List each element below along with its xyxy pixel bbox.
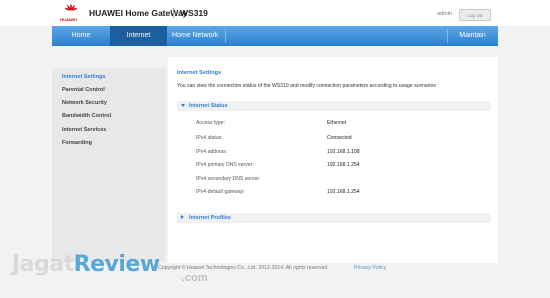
watermark-suffix: .com (182, 272, 208, 284)
sidebar-item-internet-settings[interactable]: Internet Settings (62, 74, 105, 80)
user-name: admin (437, 11, 452, 17)
privacy-policy-link[interactable]: Privacy Policy (354, 265, 386, 271)
sidebar: Internet Settings Parental Control Netwo… (52, 68, 165, 262)
watermark-part1: Jagat (12, 252, 74, 277)
brand-wordmark: HUAWEI (60, 17, 78, 22)
chevron-right-icon (181, 215, 184, 219)
section-label: Internet Profiles (189, 215, 231, 221)
nav-home-network[interactable]: Home Network (167, 26, 252, 46)
main-nav: Home Internet Home Network Maintain (52, 26, 498, 46)
internet-profiles-header[interactable]: Internet Profiles (177, 213, 491, 223)
watermark: JagatReview (12, 252, 160, 277)
sidebar-item-forwarding[interactable]: Forwarding (62, 140, 92, 146)
nav-maintain[interactable]: Maintain (447, 26, 498, 46)
field-label: IPv4 default gateway: (196, 189, 245, 195)
sidebar-item-bandwidth-control[interactable]: Bandwidth Control (62, 113, 111, 119)
section-label: Internet Status (189, 103, 228, 109)
field-label: IPv4 secondary DNS server: (196, 176, 261, 182)
chevron-down-icon (181, 104, 185, 107)
field-value: 192.168.1.254 (327, 162, 360, 168)
copyright-text: Copyright © Huawei Technologies Co., Ltd… (158, 265, 329, 271)
field-label: IPv4 address: (196, 149, 228, 155)
field-value: 192.168.1.254 (327, 189, 360, 195)
field-label: IPv4 status: (196, 135, 223, 141)
field-value: Ethernet (327, 120, 347, 126)
field-label: Access type: (196, 120, 225, 126)
nav-internet[interactable]: Internet (110, 26, 167, 46)
title-divider (173, 8, 174, 18)
sidebar-item-network-security[interactable]: Network Security (62, 100, 107, 106)
field-value: 192.168.1.108 (327, 149, 360, 155)
nav-home[interactable]: Home (52, 26, 110, 46)
nav-divider (225, 29, 226, 43)
device-model: WS319 (180, 8, 208, 18)
content-panel: Internet Settings You can view the conne… (168, 57, 498, 263)
field-label: IPv4 primary DNS server: (196, 162, 254, 168)
internet-status-header[interactable]: Internet Status (177, 101, 491, 111)
watermark-part2: Review (73, 252, 161, 277)
sidebar-item-parental-control[interactable]: Parental Control (62, 87, 105, 93)
page-title: Internet Settings (177, 70, 222, 76)
sidebar-item-internet-services[interactable]: Internet Services (62, 127, 106, 133)
header: HUAWEI HUAWEI Home GateWay WS319 admin L… (0, 0, 550, 26)
huawei-logo-icon (65, 4, 77, 11)
logout-button[interactable]: Log out (459, 9, 491, 21)
page-description: You can view the connection status of th… (177, 83, 436, 89)
field-value: Connected (327, 135, 352, 141)
